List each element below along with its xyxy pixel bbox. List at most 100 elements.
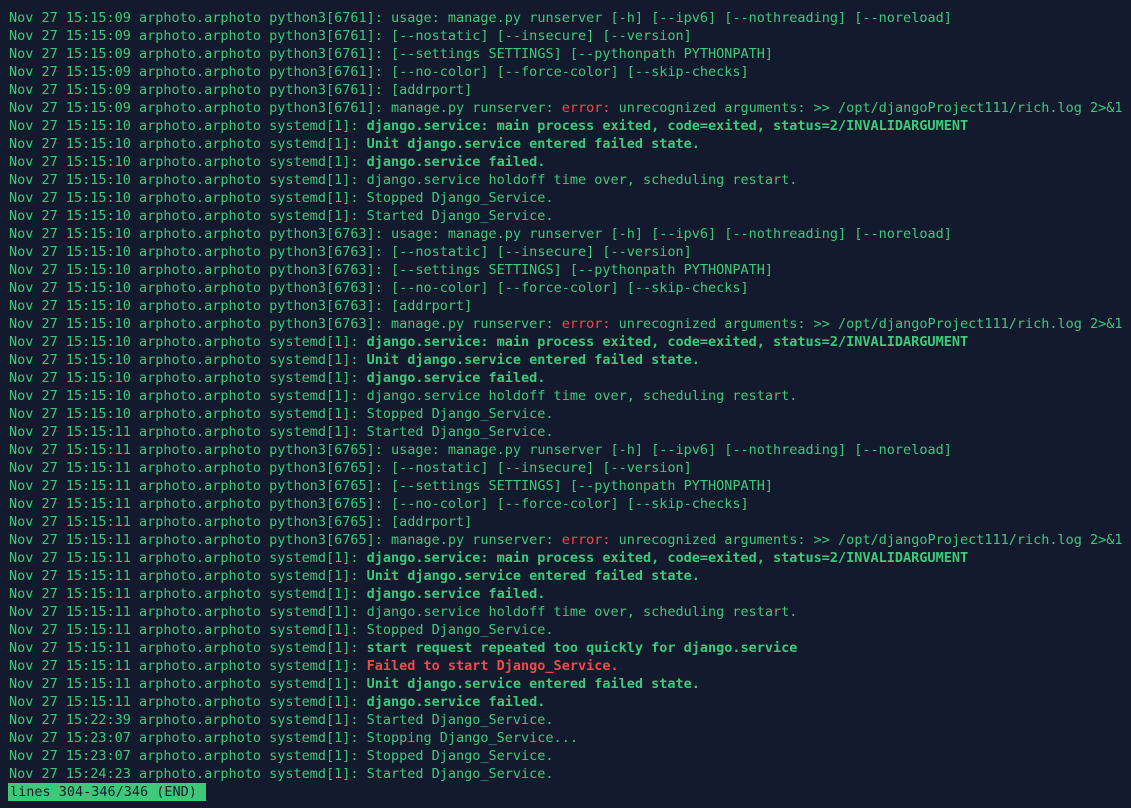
- log-line: Nov 27 15:15:11 arphoto.arphoto systemd[…: [9, 603, 1131, 621]
- log-prefix: Nov 27 15:15:10 arphoto.arphoto systemd[…: [9, 334, 367, 350]
- log-prefix: Nov 27 15:24:23 arphoto.arphoto systemd[…: [9, 766, 367, 782]
- log-message: django.service holdoff time over, schedu…: [366, 388, 798, 404]
- log-prefix: Nov 27 15:15:09 arphoto.arphoto python3[…: [9, 46, 392, 62]
- log-line: Nov 27 15:15:10 arphoto.arphoto systemd[…: [9, 387, 1131, 405]
- log-message: usage: manage.py runserver [-h] [--ipv6]…: [391, 442, 952, 458]
- log-message: manage.py runserver:: [391, 532, 562, 548]
- log-line: Nov 27 15:15:11 arphoto.arphoto systemd[…: [9, 585, 1131, 603]
- log-message: [--no-color] [--force-color] [--skip-che…: [391, 280, 749, 296]
- pager-status-bar: lines 304-346/346 (END): [8, 783, 206, 801]
- log-message-bold: django.service failed.: [366, 370, 546, 386]
- log-line: Nov 27 15:15:10 arphoto.arphoto systemd[…: [9, 207, 1131, 225]
- log-message: Stopping Django_Service...: [366, 730, 578, 746]
- log-message: Stopped Django_Service.: [366, 622, 554, 638]
- log-line: Nov 27 15:15:11 arphoto.arphoto python3[…: [9, 459, 1131, 477]
- log-message-bold: Unit django.service entered failed state…: [366, 352, 700, 368]
- log-message: [addrport]: [391, 298, 473, 314]
- log-line: Nov 27 15:15:11 arphoto.arphoto systemd[…: [9, 657, 1131, 675]
- log-prefix: Nov 27 15:15:10 arphoto.arphoto systemd[…: [9, 154, 367, 170]
- log-prefix: Nov 27 15:15:10 arphoto.arphoto systemd[…: [9, 190, 367, 206]
- log-prefix: Nov 27 15:15:10 arphoto.arphoto systemd[…: [9, 208, 367, 224]
- log-line: Nov 27 15:15:10 arphoto.arphoto systemd[…: [9, 171, 1131, 189]
- log-prefix: Nov 27 15:15:11 arphoto.arphoto python3[…: [9, 442, 392, 458]
- log-prefix: Nov 27 15:15:10 arphoto.arphoto systemd[…: [9, 388, 367, 404]
- log-error-keyword: error:: [561, 316, 611, 332]
- log-prefix: Nov 27 15:15:11 arphoto.arphoto python3[…: [9, 496, 392, 512]
- log-line: Nov 27 15:15:11 arphoto.arphoto python3[…: [9, 495, 1131, 513]
- log-message-bold: Unit django.service entered failed state…: [366, 676, 700, 692]
- log-prefix: Nov 27 15:15:11 arphoto.arphoto systemd[…: [9, 622, 367, 638]
- log-message: manage.py runserver:: [391, 316, 562, 332]
- log-line: Nov 27 15:23:07 arphoto.arphoto systemd[…: [9, 729, 1131, 747]
- log-line: Nov 27 15:15:11 arphoto.arphoto systemd[…: [9, 621, 1131, 639]
- log-prefix: Nov 27 15:15:09 arphoto.arphoto python3[…: [9, 100, 392, 116]
- log-message-bold: django.service failed.: [366, 586, 546, 602]
- log-prefix: Nov 27 15:15:11 arphoto.arphoto systemd[…: [9, 550, 367, 566]
- log-line: Nov 27 15:15:11 arphoto.arphoto systemd[…: [9, 549, 1131, 567]
- log-message-bold: django.service: main process exited, cod…: [366, 334, 969, 350]
- log-prefix: Nov 27 15:15:11 arphoto.arphoto systemd[…: [9, 694, 367, 710]
- log-message: Started Django_Service.: [366, 424, 554, 440]
- log-message: [--settings SETTINGS] [--pythonpath PYTH…: [391, 478, 774, 494]
- log-prefix: Nov 27 15:15:10 arphoto.arphoto python3[…: [9, 262, 392, 278]
- log-prefix: Nov 27 15:15:11 arphoto.arphoto systemd[…: [9, 640, 367, 656]
- log-prefix: Nov 27 15:15:10 arphoto.arphoto python3[…: [9, 244, 392, 260]
- log-prefix: Nov 27 15:15:11 arphoto.arphoto python3[…: [9, 460, 392, 476]
- log-line: Nov 27 15:15:09 arphoto.arphoto python3[…: [9, 63, 1131, 81]
- log-line: Nov 27 15:15:09 arphoto.arphoto python3[…: [9, 9, 1131, 27]
- log-prefix: Nov 27 15:15:10 arphoto.arphoto python3[…: [9, 298, 392, 314]
- log-line: Nov 27 15:15:10 arphoto.arphoto systemd[…: [9, 117, 1131, 135]
- log-message: [--nostatic] [--insecure] [--version]: [391, 460, 692, 476]
- log-line: Nov 27 15:15:11 arphoto.arphoto python3[…: [9, 441, 1131, 459]
- log-error-keyword: error:: [561, 100, 611, 116]
- log-message: [--no-color] [--force-color] [--skip-che…: [391, 496, 749, 512]
- log-line: Nov 27 15:15:10 arphoto.arphoto systemd[…: [9, 153, 1131, 171]
- log-line: Nov 27 15:15:10 arphoto.arphoto python3[…: [9, 261, 1131, 279]
- log-message: Stopped Django_Service.: [366, 406, 554, 422]
- log-message-bold: django.service: main process exited, cod…: [366, 550, 969, 566]
- log-prefix: Nov 27 15:15:11 arphoto.arphoto python3[…: [9, 532, 392, 548]
- log-line: Nov 27 15:15:11 arphoto.arphoto python3[…: [9, 531, 1131, 549]
- log-message: usage: manage.py runserver [-h] [--ipv6]…: [391, 226, 952, 242]
- log-message: Started Django_Service.: [366, 766, 554, 782]
- log-prefix: Nov 27 15:15:11 arphoto.arphoto systemd[…: [9, 676, 367, 692]
- log-line: Nov 27 15:15:11 arphoto.arphoto systemd[…: [9, 693, 1131, 711]
- log-message: Started Django_Service.: [366, 208, 554, 224]
- log-message: Stopped Django_Service.: [366, 748, 554, 764]
- log-message-rest: unrecognized arguments: >> /opt/djangoPr…: [610, 100, 1123, 116]
- log-line: Nov 27 15:24:23 arphoto.arphoto systemd[…: [9, 765, 1131, 783]
- terminal-window[interactable]: Nov 27 15:15:09 arphoto.arphoto python3[…: [0, 0, 1131, 808]
- log-line: Nov 27 15:15:10 arphoto.arphoto python3[…: [9, 297, 1131, 315]
- log-message: Started Django_Service.: [366, 712, 554, 728]
- log-line: Nov 27 15:23:07 arphoto.arphoto systemd[…: [9, 747, 1131, 765]
- log-line: Nov 27 15:15:09 arphoto.arphoto python3[…: [9, 27, 1131, 45]
- log-prefix: Nov 27 15:15:10 arphoto.arphoto python3[…: [9, 280, 392, 296]
- log-prefix: Nov 27 15:15:10 arphoto.arphoto systemd[…: [9, 352, 367, 368]
- log-prefix: Nov 27 15:15:11 arphoto.arphoto systemd[…: [9, 568, 367, 584]
- log-prefix: Nov 27 15:23:07 arphoto.arphoto systemd[…: [9, 748, 367, 764]
- log-message: [--nostatic] [--insecure] [--version]: [391, 244, 692, 260]
- log-line: Nov 27 15:15:10 arphoto.arphoto python3[…: [9, 279, 1131, 297]
- log-prefix: Nov 27 15:15:09 arphoto.arphoto python3[…: [9, 64, 392, 80]
- log-line: Nov 27 15:22:39 arphoto.arphoto systemd[…: [9, 711, 1131, 729]
- log-message-bold: django.service failed.: [366, 694, 546, 710]
- log-message: [addrport]: [391, 82, 473, 98]
- log-message-bold: django.service: main process exited, cod…: [366, 118, 969, 134]
- log-message: usage: manage.py runserver [-h] [--ipv6]…: [391, 10, 952, 26]
- log-line: Nov 27 15:15:10 arphoto.arphoto systemd[…: [9, 351, 1131, 369]
- log-line: Nov 27 15:15:11 arphoto.arphoto systemd[…: [9, 567, 1131, 585]
- log-message-rest: unrecognized arguments: >> /opt/djangoPr…: [610, 532, 1123, 548]
- log-error-keyword: error:: [561, 532, 611, 548]
- log-prefix: Nov 27 15:15:10 arphoto.arphoto systemd[…: [9, 136, 367, 152]
- log-output: Nov 27 15:15:09 arphoto.arphoto python3[…: [9, 9, 1131, 783]
- log-prefix: Nov 27 15:15:11 arphoto.arphoto systemd[…: [9, 658, 367, 674]
- log-prefix: Nov 27 15:15:09 arphoto.arphoto python3[…: [9, 28, 392, 44]
- log-prefix: Nov 27 15:15:11 arphoto.arphoto python3[…: [9, 478, 392, 494]
- log-prefix: Nov 27 15:15:11 arphoto.arphoto python3[…: [9, 514, 392, 530]
- log-prefix: Nov 27 15:15:09 arphoto.arphoto python3[…: [9, 82, 392, 98]
- log-message: [--nostatic] [--insecure] [--version]: [391, 28, 692, 44]
- log-line: Nov 27 15:15:10 arphoto.arphoto systemd[…: [9, 405, 1131, 423]
- log-prefix: Nov 27 15:15:11 arphoto.arphoto systemd[…: [9, 604, 367, 620]
- log-prefix: Nov 27 15:15:11 arphoto.arphoto systemd[…: [9, 586, 367, 602]
- log-prefix: Nov 27 15:15:10 arphoto.arphoto systemd[…: [9, 406, 367, 422]
